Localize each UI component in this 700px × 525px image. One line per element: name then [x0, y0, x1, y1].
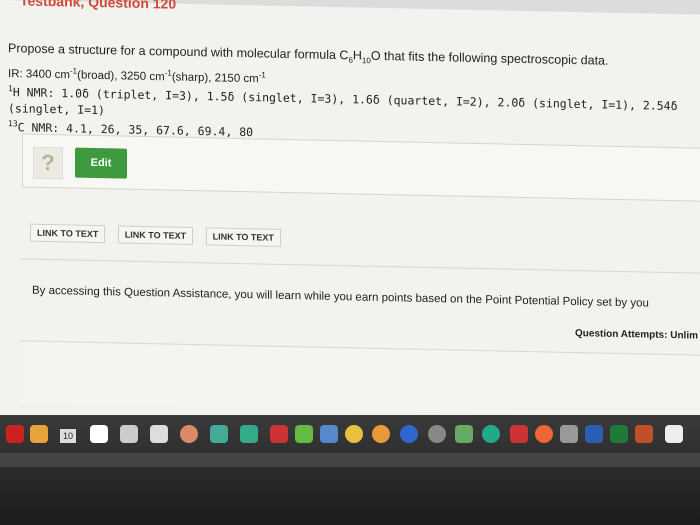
page-header: Testbank, Question 120 — [20, 0, 177, 12]
divider — [20, 258, 700, 274]
app-icon[interactable] — [428, 425, 446, 443]
bottom-panel — [20, 340, 700, 418]
assistance-text: By accessing this Question Assistance, y… — [32, 284, 649, 310]
app-icon[interactable] — [400, 425, 418, 443]
link-to-text-button-1[interactable]: LINK TO TEXT — [30, 223, 106, 244]
app-icon[interactable] — [90, 425, 108, 443]
calendar-icon[interactable]: 10 — [60, 429, 76, 443]
app-icon[interactable] — [30, 425, 48, 443]
app-icon[interactable] — [372, 425, 390, 443]
app-icon[interactable] — [270, 425, 288, 443]
app-icon[interactable] — [150, 425, 168, 443]
prompt-prefix: Propose a structure for a compound with … — [8, 41, 340, 63]
app-icon[interactable] — [560, 425, 578, 443]
app-icon[interactable] — [610, 425, 628, 443]
edit-button[interactable]: Edit — [75, 147, 127, 179]
app-icon[interactable] — [320, 425, 338, 443]
app-icon[interactable] — [180, 425, 198, 443]
app-icon[interactable] — [585, 425, 603, 443]
app-icon[interactable] — [510, 425, 528, 443]
app-icon[interactable] — [240, 425, 258, 443]
app-icon[interactable] — [295, 425, 313, 443]
app-icon[interactable] — [120, 425, 138, 443]
browser-page: Testbank, Question 120 Propose a structu… — [0, 0, 700, 445]
mac-dock: 10 — [0, 415, 700, 525]
molecular-formula: C6H10O — [339, 48, 381, 66]
app-icon[interactable] — [455, 425, 473, 443]
dock-shelf — [0, 453, 700, 467]
link-to-text-button-3[interactable]: LINK TO TEXT — [205, 227, 281, 247]
app-icon[interactable] — [210, 425, 228, 443]
question-attempts: Question Attempts: Unlim — [575, 328, 698, 342]
app-icon[interactable] — [635, 425, 653, 443]
prompt-suffix: that fits the following spectroscopic da… — [380, 48, 609, 68]
app-icon[interactable] — [345, 425, 363, 443]
question-text: Propose a structure for a compound with … — [8, 40, 688, 149]
app-icon[interactable] — [6, 425, 24, 443]
question-mark-icon: ? — [33, 146, 63, 180]
link-to-text-button-2[interactable]: LINK TO TEXT — [117, 225, 194, 246]
app-icon[interactable] — [665, 425, 683, 443]
link-buttons: LINK TO TEXT LINK TO TEXT LINK TO TEXT — [30, 223, 289, 247]
app-icon[interactable] — [482, 425, 500, 443]
app-icon[interactable] — [535, 425, 553, 443]
